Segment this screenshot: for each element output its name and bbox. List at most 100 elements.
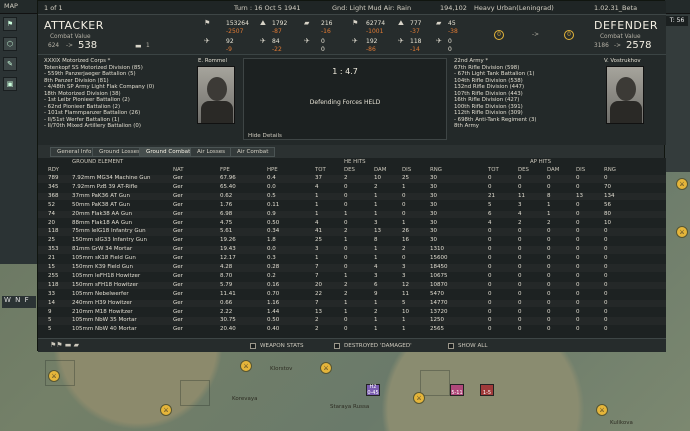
col-rdy[interactable]: RDY: [48, 167, 59, 173]
dialog-footer: ⚑⚑ ▬ ▰ WEAPON STATS DESTROYED 'DAMAGED' …: [38, 338, 666, 352]
table-row[interactable]: 789 7.92mm MG34 Machine Gun Ger 67.96 0.4 37 2…: [38, 175, 666, 183]
table-row[interactable]: 52 50mm PaK38 AT Gun Ger 1.76 0.11 1 0 1 0 30 5 3 1 0…: [38, 202, 666, 210]
defender-commander-portrait[interactable]: [606, 66, 644, 124]
col-ap-des[interactable]: DES: [518, 167, 529, 173]
map-hex[interactable]: [420, 370, 450, 396]
row-rdy: 9: [48, 308, 52, 315]
row-he-des: 2: [344, 175, 348, 181]
unit-counter[interactable]: ⚔: [676, 226, 688, 238]
row-he-tot: 20: [315, 281, 322, 288]
attacker-commander-portrait[interactable]: [197, 66, 235, 124]
unit-counter[interactable]: ⚔: [48, 370, 60, 382]
unit-icon[interactable]: ▣: [3, 77, 17, 91]
col-nat[interactable]: NAT: [173, 167, 184, 173]
table-row[interactable]: 345 7.92mm PzB 39 AT-Rifle Ger 65.40 0.0 4 0 2 1…: [38, 184, 666, 192]
col-he-des[interactable]: DES: [344, 167, 355, 173]
row-nat: Ger: [173, 192, 183, 199]
col-he-rng[interactable]: RNG: [430, 167, 442, 173]
col-ap-dis[interactable]: DIS: [576, 167, 585, 173]
row-he-dis: 5: [402, 299, 406, 306]
row-element: 105mm NbW 40 Mortar: [72, 326, 137, 333]
map-hex[interactable]: [180, 380, 210, 406]
show-all-checkbox[interactable]: [448, 343, 454, 349]
col-ap-tot[interactable]: TOT: [488, 167, 499, 173]
table-row[interactable]: 118 75mm leIG18 Infantry Gun Ger 5.61 0.34 41…: [38, 228, 666, 236]
table-row[interactable]: 21 105mm sK18 Field Gun Ger 12.17 0.3 1 0 1 0 156…: [38, 255, 666, 263]
pencil-icon[interactable]: ✎: [3, 57, 17, 71]
men-filter-icon[interactable]: ⚑⚑ ▬ ▰: [50, 341, 79, 349]
unit-counter[interactable]: ⚔: [413, 392, 425, 404]
unit-stack[interactable]: 5-11: [450, 384, 464, 396]
tab-ground-combat[interactable]: Ground Combat: [139, 147, 198, 157]
unit-counter[interactable]: ⚔: [596, 404, 608, 416]
weapon-stats-checkbox[interactable]: [250, 343, 256, 349]
col-he-dis[interactable]: DIS: [402, 167, 411, 173]
col-ap-dam[interactable]: DAM: [547, 167, 559, 173]
row-ap-tot: 0: [488, 264, 492, 270]
row-element: 81mm GrW 34 Mortar: [72, 246, 133, 253]
table-row[interactable]: 118 150mm sFH18 Howitzer Ger 5.79 0.16 20 2 6 12…: [38, 282, 666, 290]
row-element: 50mm PaK38 AT Gun: [72, 201, 130, 208]
unit-stack[interactable]: H2 0-45: [366, 384, 380, 396]
table-row[interactable]: 14 240mm H39 Howitzer Ger 0.66 1.16 7 1 1 5 14770…: [38, 300, 666, 308]
tab-air-combat[interactable]: Air Combat: [230, 147, 276, 157]
col-he-dam[interactable]: DAM: [374, 167, 386, 173]
row-fpe: 65.40: [220, 183, 236, 190]
table-row[interactable]: 5 105mm NbW 35 Mortar Ger 30.75 0.50 2 0 1 1 1250…: [38, 317, 666, 325]
row-nat: Ger: [173, 255, 183, 262]
row-hpe: 0.28: [267, 264, 280, 270]
row-ap-dis: 0: [576, 308, 580, 315]
row-he-dam: 1: [374, 255, 378, 262]
unit-counter[interactable]: ⚔: [320, 362, 332, 374]
unit-counter[interactable]: ⚔: [160, 404, 172, 416]
row-ap-tot: 5: [488, 201, 492, 208]
tab-air-losses[interactable]: Air Losses: [190, 147, 233, 157]
row-rdy: 14: [48, 299, 55, 306]
table-row[interactable]: 255 105mm leFH18 Howitzer Ger 8.70 0.2 7 1 3 3 10…: [38, 273, 666, 281]
row-ap-rng: 0: [604, 264, 608, 270]
row-ap-dam: 0: [547, 272, 551, 279]
attacker-cv-arrow: ->: [66, 43, 73, 49]
row-ap-tot: 0: [488, 183, 492, 190]
table-row[interactable]: 15 150mm K39 Field Gun Ger 4.28 0.28 7 0 4 3 1845…: [38, 264, 666, 272]
row-he-tot: 4: [315, 219, 319, 226]
unit-counter[interactable]: ⚔: [676, 178, 688, 190]
table-row[interactable]: 25 150mm sIG33 Infantry Gun Ger 19.26 1.8 25 1…: [38, 237, 666, 245]
col-fpe[interactable]: FPE: [220, 167, 230, 173]
row-element: 210mm M18 Howitzer: [72, 308, 133, 315]
destroyed-damaged-checkbox[interactable]: [334, 343, 340, 349]
row-element: 105mm NbW 35 Mortar: [72, 317, 137, 324]
row-nat: Ger: [173, 326, 183, 333]
row-rdy: 33: [48, 290, 55, 297]
town-label: Kulikova: [610, 420, 633, 426]
row-nat: Ger: [173, 183, 183, 190]
hide-details-link[interactable]: Hide Details: [248, 133, 282, 139]
table-row[interactable]: 5 105mm NbW 40 Mortar Ger 20.40 0.40 2 0 1 1 2565…: [38, 326, 666, 334]
unit-stack[interactable]: 1-5: [480, 384, 494, 396]
row-ap-rng: 0: [604, 228, 608, 235]
hex-icon[interactable]: ⬡: [3, 37, 17, 51]
flag-icon[interactable]: ⚑: [3, 17, 17, 31]
map-button[interactable]: MAP: [4, 2, 18, 10]
unit-counter[interactable]: ⚔: [240, 360, 252, 372]
row-he-dis: 1: [402, 183, 406, 190]
table-row[interactable]: 353 81mm GrW 34 Mortar Ger 19.43 0.0 3 0 1 2 1310…: [38, 246, 666, 254]
table-row[interactable]: 74 20mm Flak38 AA Gun Ger 6.98 0.9 1 1 1 0 30 6 4 1 0…: [38, 211, 666, 219]
table-row[interactable]: 20 88mm Flak18 AA Gun Ger 4.75 0.50 4 0 3 1 30 4 2 2…: [38, 220, 666, 228]
row-ap-des: 0: [518, 308, 522, 315]
table-row[interactable]: 33 105mm Nebelwerfer Ger 11.41 0.70 22 2 9 11 547…: [38, 291, 666, 299]
col-ap-rng[interactable]: RNG: [604, 167, 616, 173]
row-ap-des: 0: [518, 317, 522, 324]
row-ap-dis: 0: [576, 264, 580, 270]
table-row[interactable]: 368 37mm PaK36 AT Gun Ger 0.62 0.5 1 0 1 0 30 21 11…: [38, 193, 666, 201]
table-row[interactable]: 9 210mm M18 Howitzer Ger 2.22 1.44 13 1 2 10 1372…: [38, 309, 666, 317]
row-fpe: 5.61: [220, 228, 233, 235]
attacker-tanks-loss: -16: [321, 28, 331, 35]
row-he-tot: 1: [315, 255, 319, 262]
col-he-tot[interactable]: TOT: [315, 167, 326, 173]
row-ap-tot: 0: [488, 272, 492, 279]
row-fpe: 4.75: [220, 219, 233, 226]
row-ap-dam: 0: [547, 264, 551, 270]
col-hpe[interactable]: HPE: [267, 167, 278, 173]
row-he-dis: 1: [402, 317, 406, 324]
